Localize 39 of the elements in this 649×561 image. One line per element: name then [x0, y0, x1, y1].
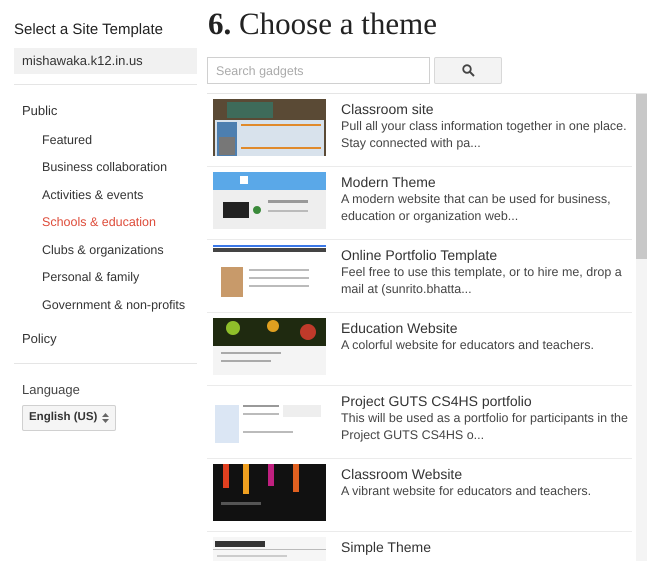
template-description: A vibrant website for educators and teachers.: [341, 483, 592, 500]
site-name: mishawaka.k12.in.us: [14, 48, 197, 74]
up-down-arrow-icon: [102, 413, 110, 423]
category-item[interactable]: Government & non-profits: [22, 292, 197, 319]
template-row[interactable]: Classroom site Pull all your class information together in one place. Stay connected with pa...: [207, 94, 632, 167]
page-heading: 6. Choose a theme: [208, 6, 438, 42]
search-icon: [462, 64, 474, 77]
template-title: Project GUTS CS4HS portfolio: [341, 393, 533, 410]
template-title: Online Portfolio Template: [341, 247, 498, 264]
scrollbar-thumb[interactable]: [636, 94, 647, 259]
template-row[interactable]: Modern Theme A modern website that can be used for business, education or organization web...: [207, 167, 632, 240]
category-item[interactable]: Featured: [22, 126, 197, 154]
template-title: Classroom site: [341, 101, 435, 118]
template-row[interactable]: Project GUTS CS4HS portfolio This will be used as a portfolio for participants in the Project GUTS CS4HS o...: [207, 386, 632, 459]
template-title: Education Website: [341, 320, 458, 337]
template-description: A colorful website for educators and teachers.: [341, 337, 595, 354]
category-item[interactable]: Personal & family: [22, 264, 197, 292]
template-row[interactable]: Simple Theme: [207, 532, 632, 561]
category-item[interactable]: Activities & events: [22, 182, 197, 209]
category-heading[interactable]: Policy: [22, 329, 197, 348]
category-item[interactable]: Clubs & organizations: [22, 236, 197, 264]
template-title: Simple Theme: [341, 539, 432, 556]
template-row[interactable]: Online Portfolio Template Feel free to use this template, or to hire me, drop a mail at (sunrito.bhatta...: [207, 240, 632, 313]
category-item[interactable]: Schools & education: [22, 209, 197, 236]
template-description: A modern website that can be used for business, education or organization web...: [341, 191, 612, 225]
language-select[interactable]: English (US): [22, 405, 116, 431]
category-item[interactable]: Business collaboration: [22, 154, 197, 182]
template-title: Modern Theme: [341, 174, 437, 191]
template-row[interactable]: Classroom Website A vibrant website for educators and teachers.: [207, 459, 632, 532]
template-description: Pull all your class information together in one place. Stay connected with pa...: [341, 118, 628, 152]
template-description: This will be used as a portfolio for participants in the Project GUTS CS4HS o...: [341, 410, 629, 444]
category-heading[interactable]: Public: [22, 101, 197, 120]
template-title: Classroom Website: [341, 466, 464, 483]
template-description: Feel free to use this template, or to hire me, drop a mail at (sunrito.bhatta...: [341, 264, 623, 298]
search-button[interactable]: [434, 57, 502, 84]
template-row[interactable]: Education Website A colorful website for educators and teachers.: [207, 313, 632, 386]
search-field[interactable]: Search gadgets: [207, 57, 430, 84]
language-label: Language: [21, 380, 81, 399]
sidebar-title: Select a Site Template: [14, 21, 164, 39]
